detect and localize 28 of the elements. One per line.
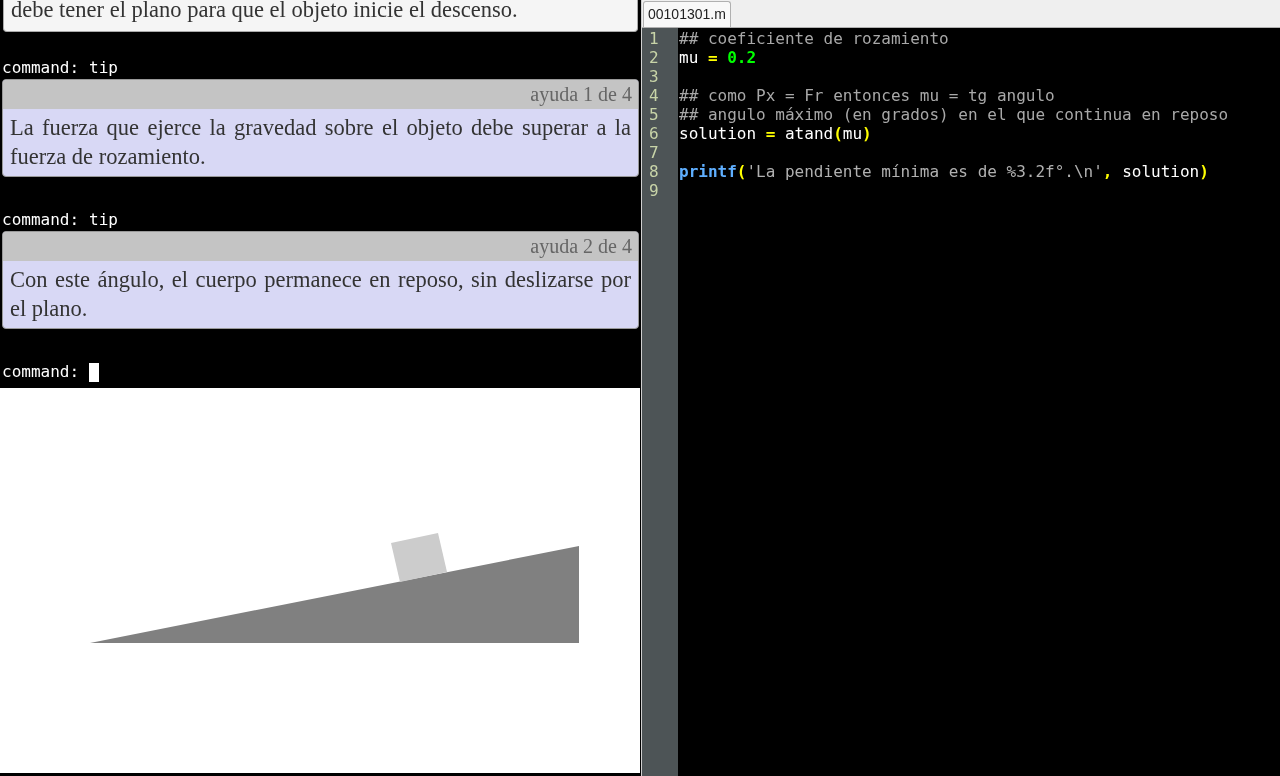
file-tab[interactable]: 00101301.m [643,1,731,27]
command-text: tip [89,57,118,79]
tip-header: ayuda 2 de 4 [3,232,638,261]
line-number: 9 [648,181,660,200]
line-number: 7 [648,143,660,162]
line-number: 3 [648,67,660,86]
line-number: 4 [648,86,660,105]
code-line: ## coeficiente de rozamiento [679,29,950,48]
code-line: mu = 0.2 [679,48,758,67]
line-number: 5 [648,105,660,124]
line-number: 2 [648,48,660,67]
line-number: 1 [648,29,660,48]
code-line: solution = atand(mu) [679,124,873,143]
text-cursor [89,362,100,382]
tip-text: Con este ángulo, el cuerpo permanece en reposo, sin deslizarse por el plano. [9,266,632,323]
command-text: tip [89,209,118,231]
tip-header: ayuda 1 de 4 [3,80,638,109]
command-prompt: command: [2,209,80,231]
line-number: 8 [648,162,660,181]
code-line: printf('La pendiente mínima es de %3.2f°.\n', solution) [679,162,1210,181]
message-card: debe tener el plano para que el objeto inicie el descenso. [3,0,638,32]
block-shape [391,533,447,582]
tip-text: La fuerza que ejerce la gravedad sobre el objeto debe superar a la fuerza de rozamiento. [9,114,632,171]
command-prompt: command: [2,57,80,79]
command-prompt: command: [2,361,80,383]
line-number: 6 [648,124,660,143]
code-line: ## angulo máximo (en grados) en el que continua en reposo [679,105,1230,124]
code-line: ## como Px = Fr entonces mu = tg angulo [679,86,1056,105]
